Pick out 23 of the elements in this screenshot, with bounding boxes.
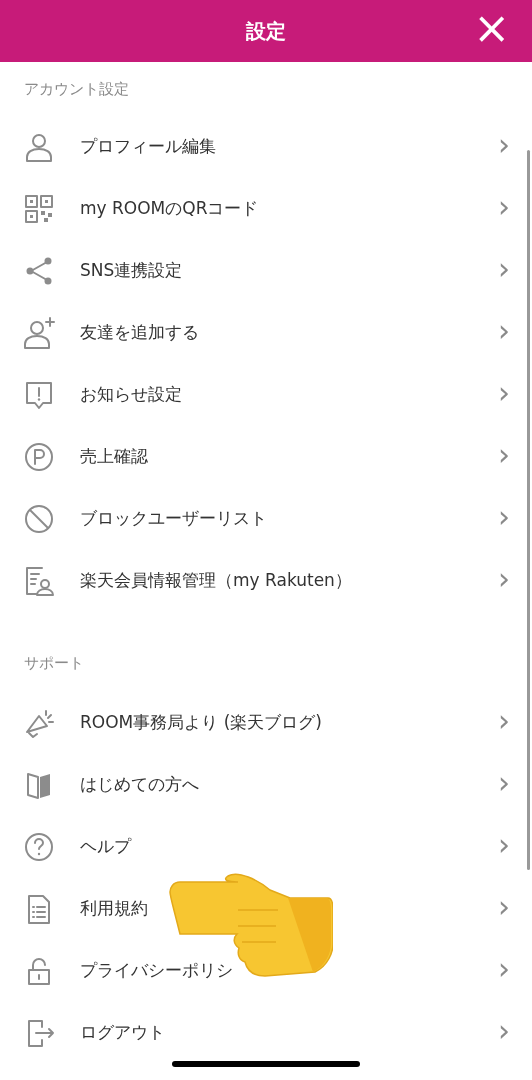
chevron-icon: ›	[498, 502, 510, 532]
points-icon	[22, 440, 56, 474]
chevron-icon: ›	[498, 192, 510, 222]
chevron-icon: ›	[498, 378, 510, 408]
chevron-icon: ›	[498, 440, 510, 470]
chevron-icon: ›	[498, 254, 510, 284]
chevron-icon: ›	[498, 316, 510, 346]
section-heading: アカウント設定	[24, 80, 129, 98]
chevron-icon: ›	[498, 768, 510, 798]
section-heading: サポート	[24, 654, 84, 672]
chevron-icon: ›	[498, 706, 510, 736]
chevron-icon: ›	[498, 564, 510, 594]
chevron-icon: ›	[498, 892, 510, 922]
chevron-icon: ›	[498, 130, 510, 160]
chevron-icon: ›	[498, 954, 510, 984]
close-button[interactable]: ×	[471, 6, 512, 50]
chevron-icon: ›	[498, 830, 510, 860]
help-icon	[22, 830, 56, 864]
add-person-icon	[22, 316, 56, 350]
qr-code-icon	[22, 192, 56, 226]
screen-title: 設定	[246, 18, 286, 45]
block-icon	[22, 502, 56, 536]
chevron-icon: ›	[498, 1016, 510, 1046]
